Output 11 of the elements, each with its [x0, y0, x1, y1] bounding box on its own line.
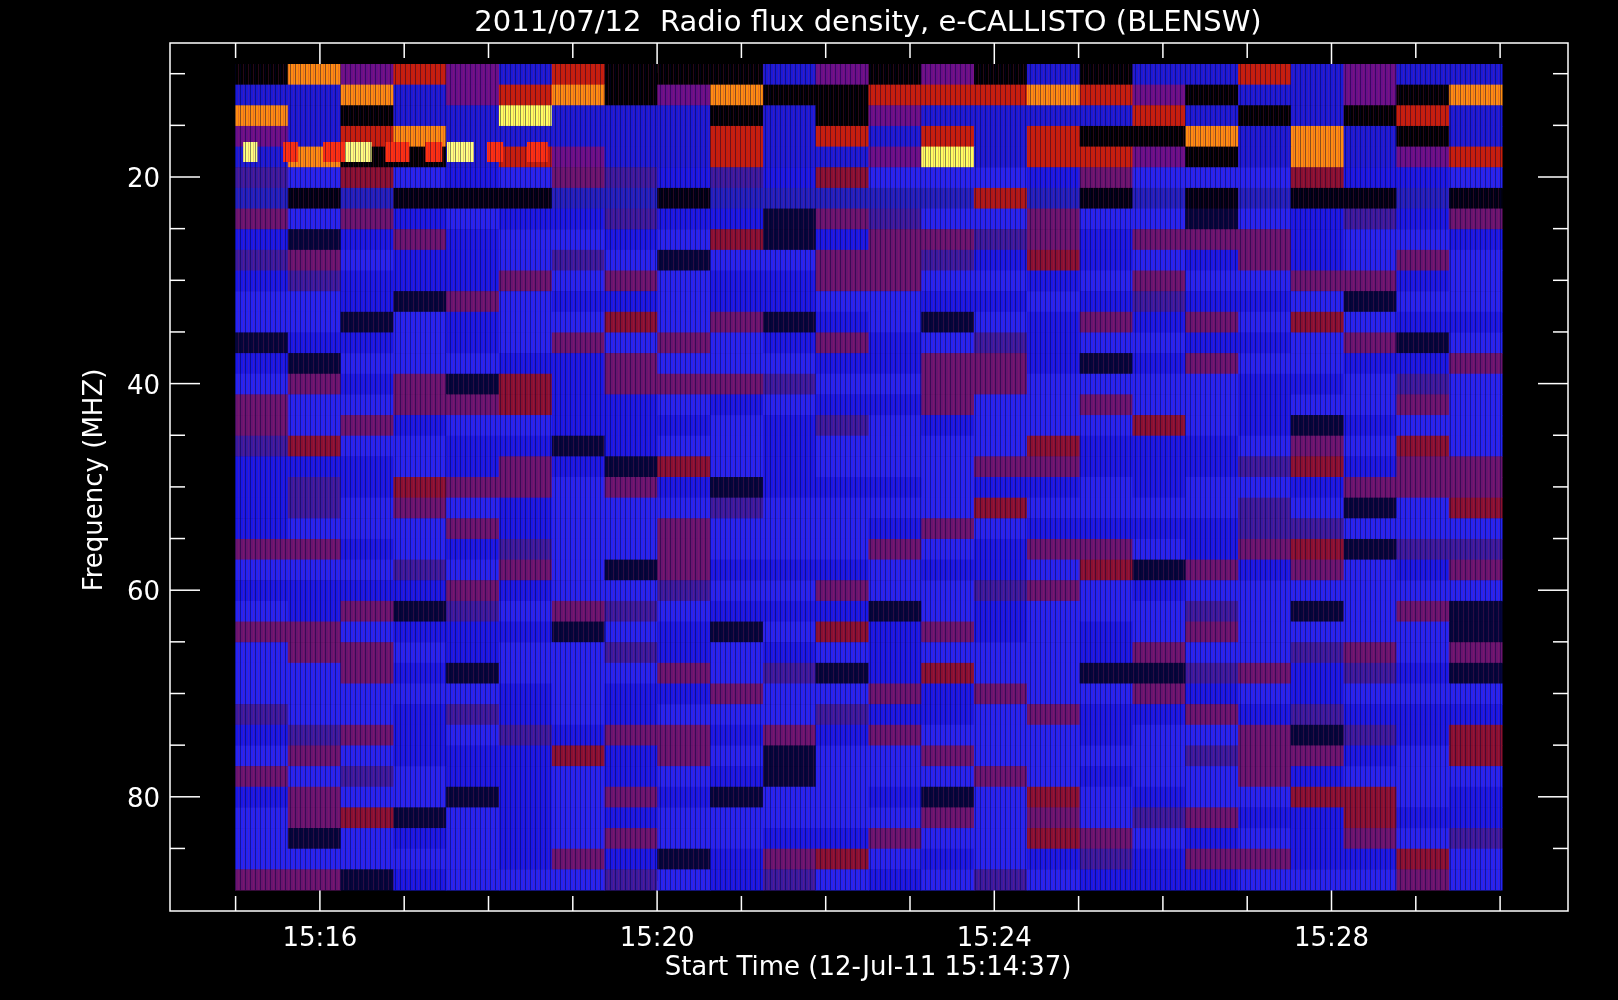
axis-tick-label: 40	[126, 369, 160, 400]
axis-tick-label: 15:16	[282, 922, 358, 952]
axis-tick-label: 60	[126, 576, 160, 607]
axis-tick-label: 15:28	[1294, 922, 1369, 952]
axis-tick-label: 20	[126, 163, 160, 193]
axis-tick-label: 15:20	[619, 922, 695, 952]
axis-title: Start Time (12-Jul-11 15:14:37)	[664, 951, 1072, 981]
axis-title: Frequency (MHZ)	[78, 368, 108, 592]
axis-tick-label: 80	[126, 782, 160, 813]
chart-title: 2011/07/12 Radio flux density, e-CALLISTO (BLENSW)	[474, 4, 1262, 38]
axis-tick-label: 15:24	[956, 922, 1032, 952]
